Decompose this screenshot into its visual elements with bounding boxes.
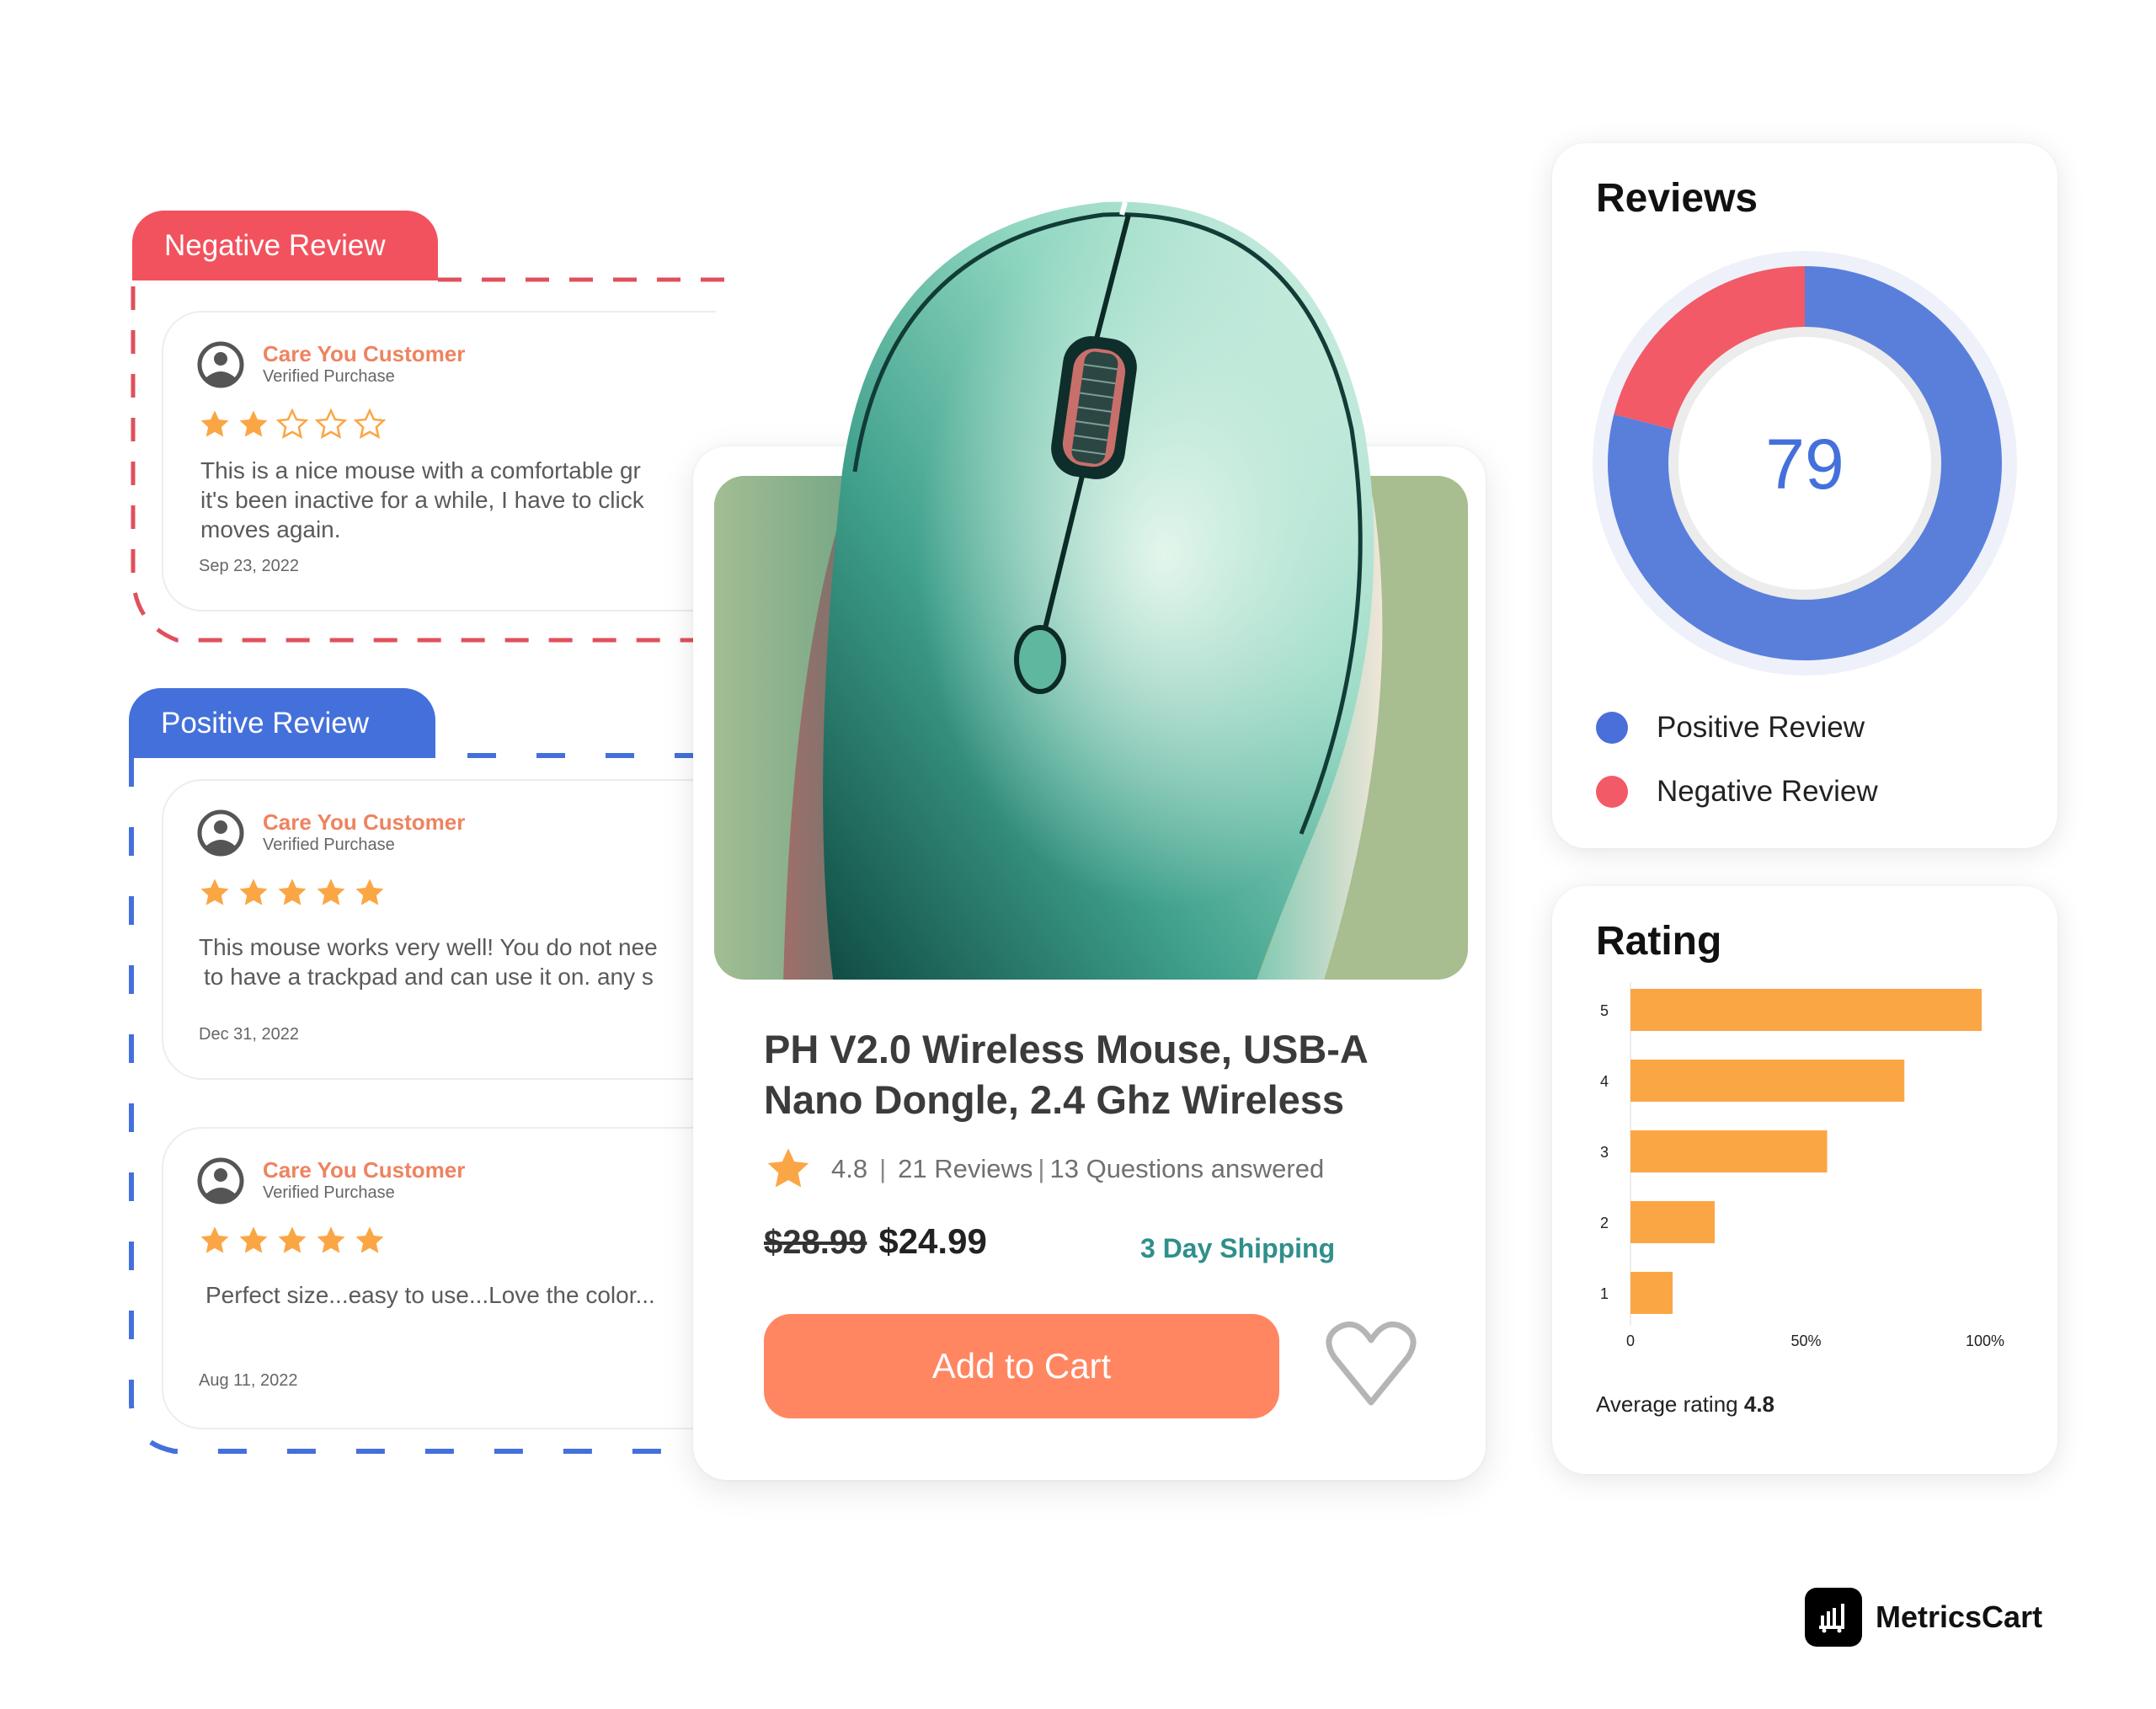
- star-empty-icon: [354, 409, 386, 440]
- price-row: $28.99 $24.99: [764, 1221, 987, 1262]
- star-filled-icon: [239, 1226, 268, 1253]
- positive-review-tab-label: Positive Review: [161, 706, 370, 740]
- legend-label: Negative Review: [1657, 775, 1878, 808]
- original-price: $28.99: [764, 1224, 867, 1261]
- reviews-count-link[interactable]: 21 Reviews: [898, 1154, 1033, 1184]
- rating-bar-5: [1630, 989, 1982, 1031]
- average-rating-value: 4.8: [1743, 1391, 1775, 1417]
- review-date: Aug 11, 2022: [199, 1371, 298, 1390]
- star-filled-icon: [239, 879, 268, 905]
- reviews-card: Reviews 79 Positive Review Negative Revi…: [1552, 143, 2057, 848]
- y-tick-label: 3: [1600, 1144, 1609, 1161]
- brand-name: MetricsCart: [1876, 1600, 2043, 1634]
- legend-label: Positive Review: [1657, 711, 1865, 744]
- chart-cart-logo-icon: [1805, 1588, 1862, 1647]
- product-image-mouse[interactable]: [733, 194, 1465, 980]
- add-to-cart-button[interactable]: Add to Cart: [764, 1314, 1279, 1418]
- review-text-line: it's been inactive for a while, I have t…: [200, 487, 644, 513]
- wishlist-heart-icon[interactable]: [1324, 1318, 1418, 1409]
- star-empty-icon: [315, 409, 347, 440]
- positive-review-card: Care You Customer Verified Purchase Perf…: [162, 1127, 716, 1429]
- positive-review-tab[interactable]: Positive Review: [129, 688, 435, 758]
- star-filled-icon: [317, 1226, 345, 1253]
- star-filled-icon: [355, 879, 384, 905]
- review-date: Sep 23, 2022: [199, 557, 299, 575]
- x-tick-label: 0: [1626, 1332, 1635, 1349]
- average-rating: Average rating 4.8: [1596, 1391, 1774, 1418]
- y-tick-label: 1: [1600, 1285, 1609, 1302]
- star-filled-icon: [317, 879, 345, 905]
- verified-purchase-label: Verified Purchase: [263, 836, 395, 854]
- star-rating: [199, 877, 386, 909]
- customer-name: Care You Customer: [263, 1157, 466, 1183]
- star-filled-icon: [200, 879, 229, 905]
- customer-name: Care You Customer: [263, 809, 466, 835]
- rating-bar-chart: 5 4 3 2 1 0 50% 100%: [1600, 982, 2004, 1349]
- product-rating-value: 4.8: [831, 1154, 868, 1183]
- divider: |: [879, 1154, 887, 1183]
- verified-purchase-label: Verified Purchase: [263, 367, 395, 386]
- x-tick-label: 50%: [1790, 1332, 1821, 1349]
- divider: |: [1038, 1154, 1045, 1183]
- user-avatar-icon: [197, 809, 244, 857]
- verified-purchase-label: Verified Purchase: [263, 1183, 395, 1202]
- average-rating-label: Average rating: [1596, 1391, 1738, 1417]
- star-filled-icon: [355, 1226, 384, 1253]
- shipping-label: 3 Day Shipping: [1140, 1233, 1336, 1263]
- review-text-line: This mouse works very well! You do not n…: [199, 934, 658, 960]
- product-rating-row: 4.8 | 21 Reviews | 13 Questions answered: [764, 1146, 1324, 1193]
- review-text: This mouse works very well! You do not n…: [199, 932, 716, 991]
- x-tick-label: 100%: [1966, 1332, 2004, 1349]
- legend-negative: Negative Review: [1596, 775, 1878, 809]
- y-tick-label: 2: [1600, 1215, 1609, 1231]
- star-filled-icon: [278, 879, 307, 905]
- rating-bar-1: [1630, 1272, 1673, 1314]
- legend-dot-negative: [1596, 776, 1628, 808]
- negative-review-tab-label: Negative Review: [164, 228, 386, 262]
- star-filled-icon: [239, 410, 268, 437]
- star-filled-icon: [200, 1226, 229, 1253]
- review-text: Perfect size...easy to use...Love the co…: [205, 1280, 716, 1310]
- negative-review-card: Care You Customer Verified Purchase This…: [162, 311, 716, 612]
- y-tick-label: 4: [1600, 1073, 1609, 1090]
- customer-name: Care You Customer: [263, 341, 466, 366]
- star-empty-icon: [276, 409, 308, 440]
- reviews-card-title: Reviews: [1596, 176, 1758, 221]
- review-text: This is a nice mouse with a comfortable …: [200, 456, 716, 544]
- star-icon: [767, 1148, 809, 1188]
- reviews-donut-chart: 79: [1593, 251, 2017, 676]
- rating-bar-2: [1630, 1201, 1716, 1243]
- star-filled-icon: [278, 1226, 307, 1253]
- review-text-line: to have a trackpad and can use it on. an…: [204, 964, 654, 990]
- rating-card: Rating 5 4 3 2 1 0 50% 100% Average rating 4.8: [1552, 886, 2057, 1474]
- review-text-line: This is a nice mouse with a comfortable …: [200, 457, 641, 483]
- positive-review-card: Care You Customer Verified Purchase This…: [162, 779, 716, 1080]
- sale-price: $24.99: [878, 1221, 987, 1261]
- questions-answered-link[interactable]: 13 Questions answered: [1049, 1154, 1324, 1184]
- brand-logo: MetricsCart: [1805, 1588, 2042, 1647]
- y-tick-label: 5: [1600, 1002, 1609, 1019]
- review-text-line: Perfect size...easy to use...Love the co…: [205, 1282, 655, 1308]
- rating-bar-3: [1630, 1130, 1828, 1172]
- legend-positive: Positive Review: [1596, 711, 1865, 745]
- donut-center-value: 79: [1765, 425, 1844, 504]
- user-avatar-icon: [197, 1157, 244, 1204]
- review-date: Dec 31, 2022: [199, 1025, 299, 1044]
- star-rating: [199, 409, 386, 441]
- star-rating: [199, 1225, 386, 1257]
- negative-review-tab[interactable]: Negative Review: [132, 211, 438, 280]
- user-avatar-icon: [197, 341, 244, 388]
- review-text-line: moves again.: [200, 516, 341, 542]
- star-filled-icon: [200, 410, 229, 437]
- product-title: PH V2.0 Wireless Mouse, USB-A Nano Dongl…: [764, 1027, 1368, 1122]
- rating-bar-4: [1630, 1060, 1905, 1102]
- legend-dot-positive: [1596, 712, 1628, 744]
